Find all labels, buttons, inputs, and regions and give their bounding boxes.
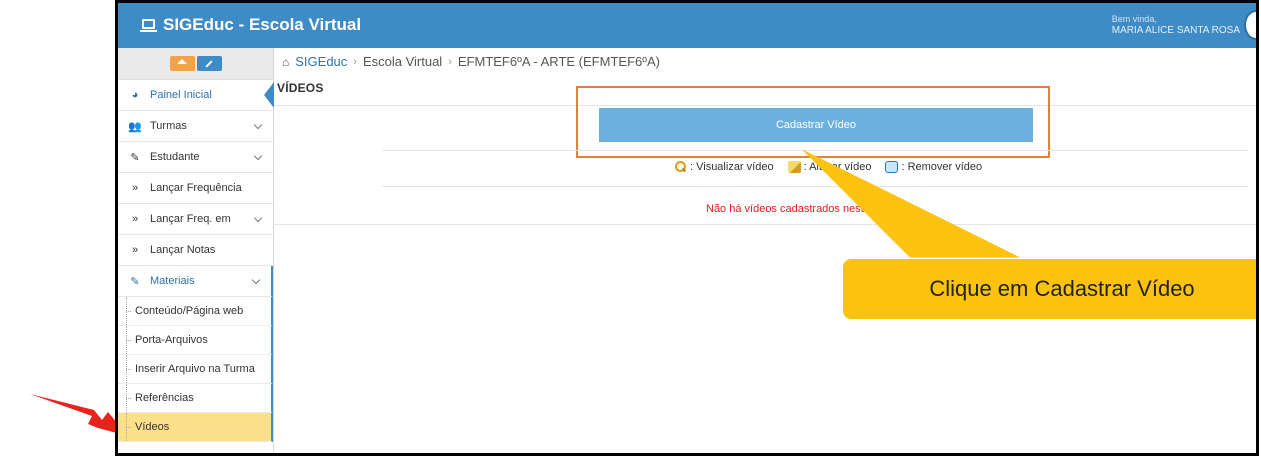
sidebar-item-materiais[interactable]: ✎ Materiais: [118, 266, 273, 297]
legend-remove: : Remover vídeo: [885, 161, 982, 173]
sidebar-item-label: Lançar Freq. em: [150, 213, 231, 225]
legend-edit: : Alterar vídeo: [787, 161, 871, 173]
breadcrumb-escola-virtual[interactable]: Escola Virtual: [363, 54, 442, 69]
highlight-box: [576, 86, 1050, 158]
dashboard-icon: ◕: [131, 89, 139, 101]
welcome-label: Bem vinda,: [1111, 14, 1157, 24]
edit-icon: ✎: [130, 275, 140, 288]
empty-message: Não há vídeos cadastrados nesta turma.: [706, 203, 905, 215]
edit-icon: [787, 161, 801, 173]
sidebar-subitem-label: Conteúdo/Página web: [135, 305, 244, 317]
chevron-down-icon: [251, 275, 261, 285]
sidebar-subitem-label: Porta-Arquivos: [135, 334, 208, 346]
breadcrumb-home[interactable]: SIGEduc: [295, 54, 347, 69]
divider: [382, 186, 1248, 187]
divider: [274, 224, 1256, 225]
divider: [382, 150, 1248, 151]
sidebar-toolbar: [118, 48, 273, 80]
sidebar-subitem-label: Referências: [135, 392, 194, 404]
magnifier-icon: [674, 161, 687, 173]
home-button[interactable]: [169, 56, 195, 71]
active-pointer-icon: [264, 82, 274, 108]
laptop-icon: [140, 18, 157, 32]
edit-icon: ✎: [130, 151, 140, 164]
actions-legend: : Visualizar vídeo : Alterar vídeo : Rem…: [674, 161, 982, 173]
sidebar-item-lancar-freq-em[interactable]: » Lançar Freq. em: [118, 204, 273, 235]
breadcrumb-turma[interactable]: EFMTEF6ºA - ARTE (EFMTEF6ºA): [458, 54, 660, 69]
sidebar-item-estudante[interactable]: ✎ Estudante: [118, 142, 273, 173]
sidebar-subitem-referencias[interactable]: Referências: [118, 384, 273, 413]
sidebar-subitem-conteudo[interactable]: Conteúdo/Página web: [118, 297, 273, 326]
home-icon: ⌂: [282, 54, 290, 69]
edit-profile-button[interactable]: [196, 56, 222, 71]
sidebar: ◕ Painel Inicial 👥 Turmas ✎ Estudante » …: [118, 48, 274, 453]
breadcrumb: ⌂ SIGEduc › Escola Virtual › EFMTEF6ºA -…: [282, 54, 660, 69]
chevron-down-icon: [253, 120, 263, 130]
main-content: ⌂ SIGEduc › Escola Virtual › EFMTEF6ºA -…: [274, 48, 1256, 453]
home-icon: [177, 59, 187, 64]
sidebar-item-lancar-notas[interactable]: » Lançar Notas: [118, 235, 273, 266]
legend-view: : Visualizar vídeo: [674, 161, 774, 173]
page-title: VÍDEOS: [277, 81, 324, 95]
sidebar-item-painel-inicial[interactable]: ◕ Painel Inicial: [118, 80, 274, 111]
app-title: SIGEduc - Escola Virtual: [163, 15, 362, 34]
breadcrumb-separator-icon: ›: [448, 55, 452, 68]
sidebar-subitem-label: Inserir Arquivo na Turma: [135, 363, 255, 375]
breadcrumb-separator-icon: ›: [353, 55, 357, 68]
chevron-down-icon: [253, 213, 263, 223]
app-brand[interactable]: SIGEduc - Escola Virtual: [140, 15, 361, 35]
sidebar-item-label: Painel Inicial: [150, 89, 212, 101]
chevron-down-icon: [253, 151, 263, 161]
double-chevron-icon: »: [131, 213, 139, 225]
welcome-block: Bem vinda, MARIA ALICE SANTA ROSA: [1112, 14, 1240, 36]
trash-icon: [885, 161, 899, 173]
sidebar-subitem-porta-arquivos[interactable]: Porta-Arquivos: [118, 326, 273, 355]
user-name: MARIA ALICE SANTA ROSA: [1111, 25, 1240, 36]
sidebar-item-label: Lançar Frequência: [150, 182, 242, 194]
sidebar-item-turmas[interactable]: 👥 Turmas: [118, 111, 273, 142]
sidebar-subitem-label: Vídeos: [135, 421, 170, 433]
sidebar-item-label: Lançar Notas: [150, 244, 216, 256]
avatar[interactable]: [1244, 10, 1256, 40]
double-chevron-icon: »: [131, 182, 139, 194]
sidebar-item-label: Materiais: [150, 275, 195, 287]
browser-frame: SIGEduc - Escola Virtual Bem vinda, MARI…: [115, 0, 1259, 456]
sidebar-item-label: Turmas: [150, 120, 187, 132]
sidebar-subitem-inserir-arquivo[interactable]: Inserir Arquivo na Turma: [118, 355, 273, 384]
sidebar-item-lancar-frequencia[interactable]: » Lançar Frequência: [118, 173, 273, 204]
top-bar: SIGEduc - Escola Virtual Bem vinda, MARI…: [118, 3, 1256, 48]
pencil-icon: [205, 59, 213, 68]
double-chevron-icon: »: [131, 244, 139, 256]
callout-instruction: Clique em Cadastrar Vídeo: [843, 259, 1256, 319]
sidebar-subitem-videos[interactable]: Vídeos: [118, 413, 273, 442]
sidebar-item-label: Estudante: [150, 151, 200, 163]
users-icon: 👥: [128, 120, 142, 133]
